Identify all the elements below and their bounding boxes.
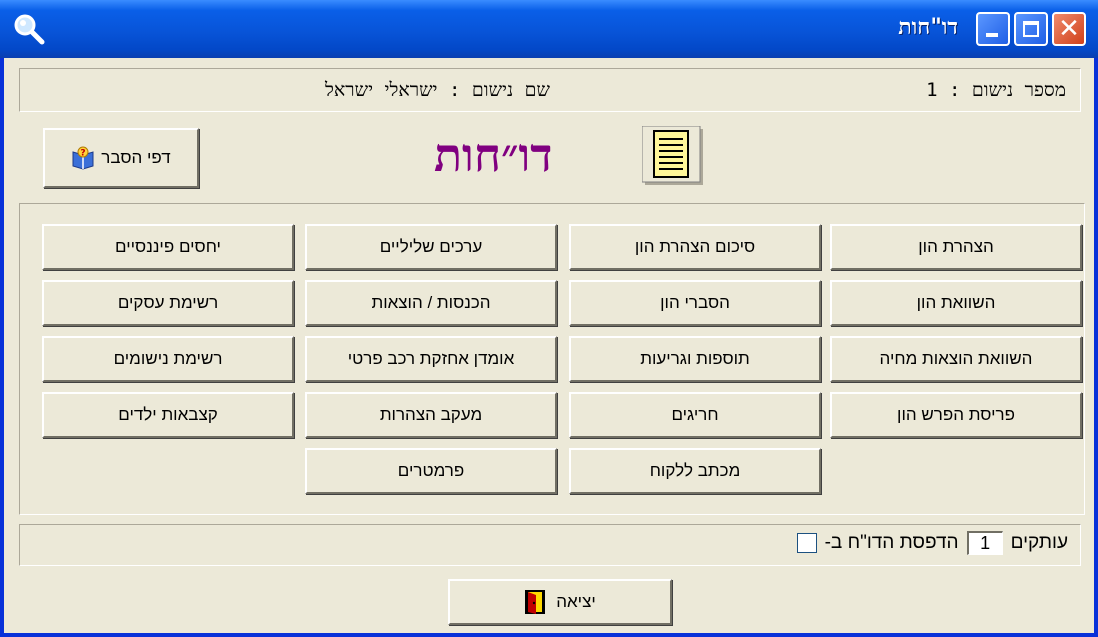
report-button-taxpayer-list[interactable]: רשימת נישומים [42,336,294,382]
taxpayer-name: שם נישום : ישראלי ישראל [325,79,550,101]
exit-button[interactable]: יציאה [448,579,672,625]
print-label: הדפסת הדו"ח ב- [824,532,959,553]
titlebar[interactable]: דו"חות ✕ [0,0,1098,58]
window: דו"חות ✕ שם נישום : ישראלי ישראל מספר ני… [0,0,1098,637]
info-bar: שם נישום : ישראלי ישראל מספר נישום : 1 [19,68,1081,112]
exit-label: יציאה [556,592,596,611]
report-button-declarations-tracking[interactable]: מעקב הצהרות [305,392,557,438]
report-button-capital-comparison[interactable]: השוואת הון [830,280,1082,326]
report-button-capital-explanations[interactable]: הסברי הון [569,280,821,326]
record-number: מספר נישום : 1 [926,79,1066,101]
print-options: הדפסת הדו"ח ב- 1 עותקים [796,531,1068,555]
report-button-negative-values[interactable]: ערכים שליליים [305,224,557,270]
report-button-child-allowances[interactable]: קצבאות ילדים [42,392,294,438]
print-checkbox[interactable] [796,533,817,553]
report-button-capital-declaration[interactable]: הצהרת הון [830,224,1082,270]
report-button-business-list[interactable]: רשימת עסקים [42,280,294,326]
report-button-financial-ratios[interactable]: יחסים פיננסיים [42,224,294,270]
help-button-label: דפי הסבר [101,148,171,167]
exit-door-icon [525,590,546,614]
report-button-private-car-estimate[interactable]: אומדן אחזקת רכב פרטי [305,336,557,382]
report-button-exceptions[interactable]: חריגים [569,392,821,438]
svg-text:?: ? [81,149,86,159]
help-pages-button[interactable]: דפי הסבר ? [43,128,199,188]
report-button-capital-difference-spread[interactable]: פריסת הפרש הון [830,392,1082,438]
copies-input[interactable]: 1 [966,531,1003,555]
magnifier-icon [14,14,45,45]
close-icon: ✕ [1058,14,1080,44]
help-book-icon: ? [72,146,94,170]
report-button-parameters[interactable]: פרמטרים [305,448,557,494]
report-button-additions-deductions[interactable]: תוספות וגריעות [569,336,821,382]
reports-panel: הצהרת הון השוואת הון השוואת הוצאות מחיה … [19,203,1085,515]
minimize-button[interactable] [976,12,1010,46]
maximize-icon [1016,14,1046,44]
window-title: דו"חות [898,14,958,40]
report-button-living-expenses-comparison[interactable]: השוואת הוצאות מחיה [830,336,1082,382]
report-button-income-expenses[interactable]: הכנסות / הוצאות [305,280,557,326]
client-area: שם נישום : ישראלי ישראל מספר נישום : 1 ד… [4,58,1094,633]
print-bar: הדפסת הדו"ח ב- 1 עותקים [19,524,1081,566]
minimize-icon [978,14,1008,44]
page-title: דו״חות [434,128,553,182]
report-document-icon [642,126,703,185]
report-button-client-letter[interactable]: מכתב ללקוח [569,448,821,494]
report-button-capital-declaration-summary[interactable]: סיכום הצהרת הון [569,224,821,270]
close-button[interactable]: ✕ [1052,12,1086,46]
maximize-button[interactable] [1014,12,1048,46]
copies-suffix: עותקים [1010,532,1068,553]
